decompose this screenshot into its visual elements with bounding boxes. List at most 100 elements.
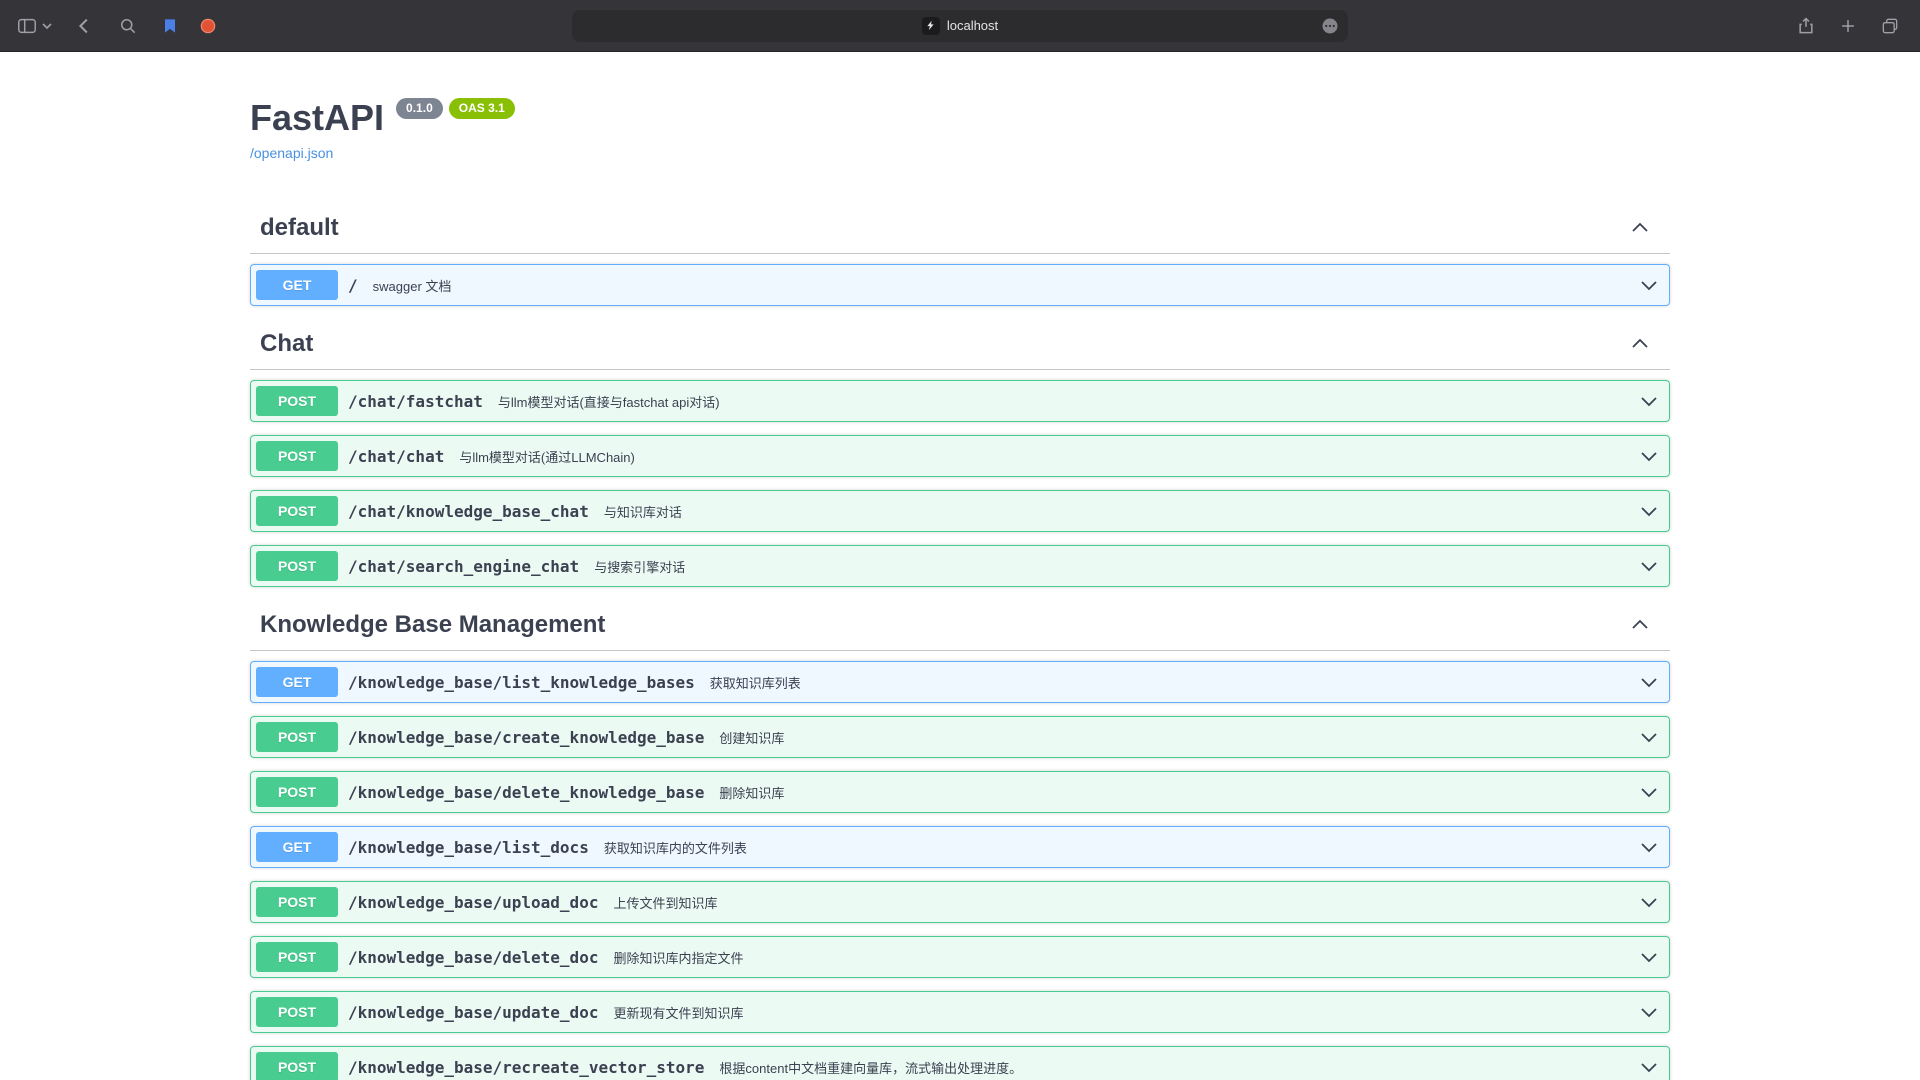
- share-icon[interactable]: [1796, 16, 1816, 36]
- endpoint-path: /knowledge_base/update_doc: [348, 1003, 598, 1022]
- endpoint-path: /knowledge_base/delete_knowledge_base: [348, 783, 704, 802]
- endpoint-path: /chat/search_engine_chat: [348, 557, 579, 576]
- method-badge: POST: [256, 386, 338, 416]
- endpoint-path: /chat/fastchat: [348, 392, 483, 411]
- endpoint-description: 更新现有文件到知识库: [613, 1003, 743, 1022]
- endpoint-path: /knowledge_base/list_docs: [348, 838, 589, 857]
- orange-extension-icon[interactable]: [198, 16, 218, 36]
- endpoint-row[interactable]: POST /knowledge_base/delete_doc 删除知识库内指定…: [250, 936, 1670, 978]
- chevron-down-icon[interactable]: [1639, 727, 1659, 747]
- endpoint-row[interactable]: GET / swagger 文档: [250, 264, 1670, 306]
- endpoint-list: GET / swagger 文档: [250, 254, 1670, 306]
- endpoint-path: /knowledge_base/create_knowledge_base: [348, 728, 704, 747]
- endpoint-path: /: [348, 276, 358, 295]
- endpoint-summary[interactable]: POST /chat/knowledge_base_chat 与知识库对话: [251, 491, 1669, 531]
- method-badge: GET: [256, 832, 338, 862]
- endpoint-row[interactable]: POST /chat/fastchat 与llm模型对话(直接与fastchat…: [250, 380, 1670, 422]
- chevron-down-icon[interactable]: [1639, 391, 1659, 411]
- endpoint-summary[interactable]: GET / swagger 文档: [251, 265, 1669, 305]
- site-favicon-bolt-icon: [922, 17, 940, 35]
- search-icon[interactable]: [118, 16, 138, 36]
- title-row: FastAPI 0.1.0 OAS 3.1: [250, 96, 1670, 139]
- chevron-down-icon[interactable]: [1639, 501, 1659, 521]
- chevron-down-icon[interactable]: [1639, 672, 1659, 692]
- endpoint-row[interactable]: POST /chat/knowledge_base_chat 与知识库对话: [250, 490, 1670, 532]
- chevron-down-icon[interactable]: [1639, 275, 1659, 295]
- page-settings-ellipsis-icon[interactable]: [1320, 16, 1340, 36]
- blue-extension-icon[interactable]: [160, 16, 180, 36]
- endpoint-row[interactable]: POST /chat/chat 与llm模型对话(通过LLMChain): [250, 435, 1670, 477]
- method-badge: POST: [256, 997, 338, 1027]
- back-icon[interactable]: [74, 15, 96, 37]
- endpoint-path: /knowledge_base/delete_doc: [348, 948, 598, 967]
- endpoint-list: GET /knowledge_base/list_knowledge_bases…: [250, 651, 1670, 1080]
- method-badge: POST: [256, 777, 338, 807]
- toolbar-right-group: [1796, 0, 1900, 52]
- endpoint-row[interactable]: POST /knowledge_base/delete_knowledge_ba…: [250, 771, 1670, 813]
- page-title: FastAPI: [250, 96, 384, 139]
- endpoint-summary[interactable]: POST /knowledge_base/delete_doc 删除知识库内指定…: [251, 937, 1669, 977]
- url-text: localhost: [947, 18, 998, 33]
- endpoint-path: /chat/knowledge_base_chat: [348, 502, 589, 521]
- chevron-up-icon[interactable]: [1630, 334, 1650, 354]
- oas-badge: OAS 3.1: [449, 98, 515, 119]
- endpoint-summary[interactable]: GET /knowledge_base/list_knowledge_bases…: [251, 662, 1669, 702]
- endpoint-summary[interactable]: POST /knowledge_base/create_knowledge_ba…: [251, 717, 1669, 757]
- endpoint-description: 与知识库对话: [604, 502, 682, 521]
- api-section-default: default GET / swagger 文档: [250, 203, 1670, 306]
- sidebar-icon[interactable]: [16, 15, 38, 37]
- endpoint-summary[interactable]: POST /chat/chat 与llm模型对话(通过LLMChain): [251, 436, 1669, 476]
- endpoint-summary[interactable]: POST /chat/search_engine_chat 与搜索引擎对话: [251, 546, 1669, 586]
- chevron-down-icon[interactable]: [1639, 892, 1659, 912]
- endpoint-summary[interactable]: POST /knowledge_base/recreate_vector_sto…: [251, 1047, 1669, 1080]
- endpoint-summary[interactable]: POST /knowledge_base/upload_doc 上传文件到知识库: [251, 882, 1669, 922]
- chevron-down-icon[interactable]: [1639, 556, 1659, 576]
- sidebar-chevron-down-icon[interactable]: [42, 21, 52, 31]
- endpoint-summary[interactable]: GET /knowledge_base/list_docs 获取知识库内的文件列…: [251, 827, 1669, 867]
- chevron-down-icon[interactable]: [1639, 837, 1659, 857]
- section-header[interactable]: Chat: [250, 319, 1670, 370]
- new-tab-icon[interactable]: [1838, 16, 1858, 36]
- endpoint-path: /knowledge_base/list_knowledge_bases: [348, 673, 695, 692]
- chevron-down-icon[interactable]: [1639, 1057, 1659, 1077]
- endpoint-row[interactable]: GET /knowledge_base/list_knowledge_bases…: [250, 661, 1670, 703]
- endpoint-description: 与llm模型对话(直接与fastchat api对话): [498, 392, 720, 411]
- method-badge: POST: [256, 722, 338, 752]
- endpoint-description: 获取知识库内的文件列表: [604, 838, 747, 857]
- endpoint-summary[interactable]: POST /chat/fastchat 与llm模型对话(直接与fastchat…: [251, 381, 1669, 421]
- section-header[interactable]: default: [250, 203, 1670, 254]
- chevron-down-icon[interactable]: [1639, 947, 1659, 967]
- endpoint-row[interactable]: POST /knowledge_base/create_knowledge_ba…: [250, 716, 1670, 758]
- chevron-up-icon[interactable]: [1630, 615, 1650, 635]
- endpoint-row[interactable]: POST /knowledge_base/recreate_vector_sto…: [250, 1046, 1670, 1080]
- endpoint-row[interactable]: POST /knowledge_base/upload_doc 上传文件到知识库: [250, 881, 1670, 923]
- title-badges: 0.1.0 OAS 3.1: [396, 98, 515, 119]
- chevron-up-icon[interactable]: [1630, 218, 1650, 238]
- section-title: Knowledge Base Management: [260, 610, 605, 640]
- method-badge: GET: [256, 270, 338, 300]
- endpoint-path: /knowledge_base/upload_doc: [348, 893, 598, 912]
- endpoint-summary[interactable]: POST /knowledge_base/update_doc 更新现有文件到知…: [251, 992, 1669, 1032]
- section-title: Chat: [260, 329, 313, 359]
- method-badge: POST: [256, 496, 338, 526]
- endpoint-description: 创建知识库: [719, 728, 784, 747]
- endpoint-description: 与搜索引擎对话: [594, 557, 685, 576]
- endpoint-description: 删除知识库: [719, 783, 784, 802]
- endpoint-list: POST /chat/fastchat 与llm模型对话(直接与fastchat…: [250, 370, 1670, 587]
- address-bar[interactable]: localhost: [572, 10, 1348, 42]
- endpoint-description: 获取知识库列表: [710, 673, 801, 692]
- endpoint-row[interactable]: POST /knowledge_base/update_doc 更新现有文件到知…: [250, 991, 1670, 1033]
- method-badge: POST: [256, 942, 338, 972]
- chevron-down-icon[interactable]: [1639, 782, 1659, 802]
- section-header[interactable]: Knowledge Base Management: [250, 600, 1670, 651]
- chevron-down-icon[interactable]: [1639, 446, 1659, 466]
- endpoint-row[interactable]: GET /knowledge_base/list_docs 获取知识库内的文件列…: [250, 826, 1670, 868]
- swagger-page: FastAPI 0.1.0 OAS 3.1 /openapi.json defa…: [0, 52, 1920, 1080]
- endpoint-description: 删除知识库内指定文件: [613, 948, 743, 967]
- endpoint-row[interactable]: POST /chat/search_engine_chat 与搜索引擎对话: [250, 545, 1670, 587]
- openapi-spec-link[interactable]: /openapi.json: [250, 145, 333, 161]
- tab-overview-icon[interactable]: [1880, 16, 1900, 36]
- endpoint-summary[interactable]: POST /knowledge_base/delete_knowledge_ba…: [251, 772, 1669, 812]
- api-section-knowledge-base: Knowledge Base Management GET /knowledge…: [250, 600, 1670, 1080]
- chevron-down-icon[interactable]: [1639, 1002, 1659, 1022]
